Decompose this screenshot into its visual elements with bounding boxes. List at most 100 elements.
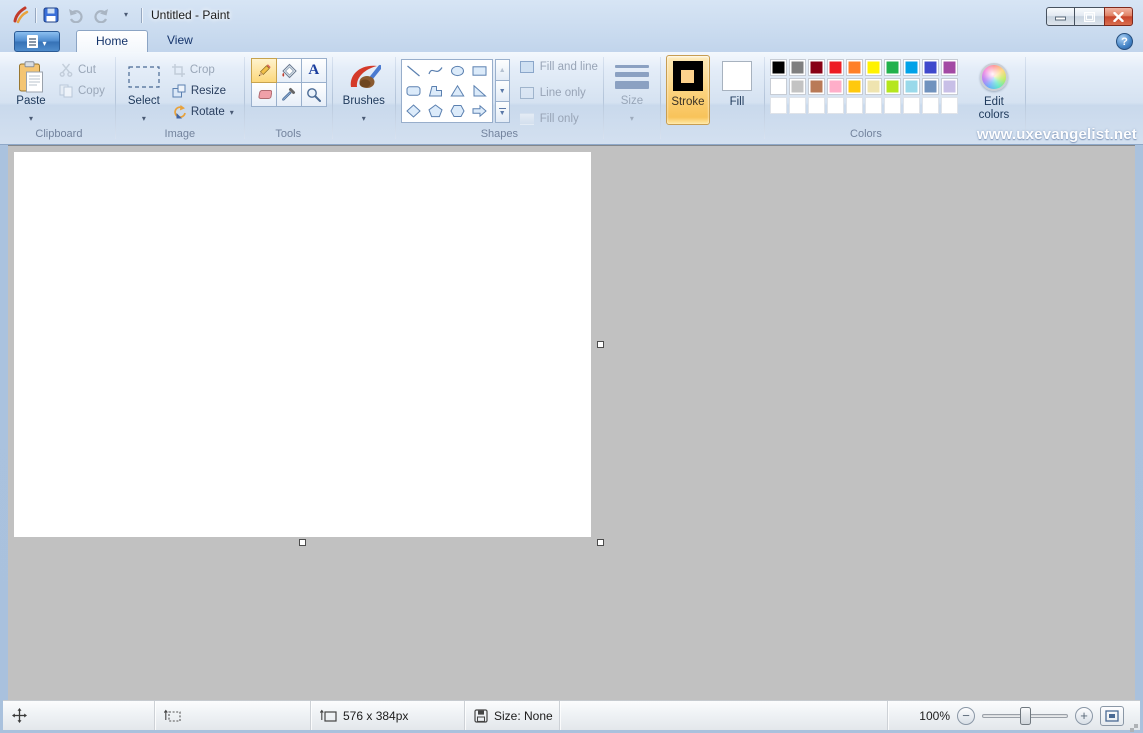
color-swatch-r3c1[interactable] xyxy=(770,97,787,114)
color-swatch-r2c7[interactable] xyxy=(884,78,901,95)
shape-arrow-right[interactable] xyxy=(469,101,491,121)
fit-to-window-button[interactable] xyxy=(1100,706,1124,726)
color-swatch-r2c9[interactable] xyxy=(922,78,939,95)
color-swatch-r2c5[interactable] xyxy=(846,78,863,95)
color-swatch-r2c3[interactable] xyxy=(808,78,825,95)
group-separator xyxy=(660,57,661,139)
minimize-button[interactable] xyxy=(1046,7,1075,26)
group-separator xyxy=(332,57,333,139)
canvas-resize-handle-bottom[interactable] xyxy=(299,539,306,546)
line-only-icon xyxy=(520,87,534,99)
clipboard-group: Paste Cut Copy Clipboard xyxy=(4,54,114,144)
tab-home[interactable]: Home xyxy=(76,30,148,52)
color-swatch-r3c6[interactable] xyxy=(865,97,882,114)
shape-oval[interactable] xyxy=(447,61,469,81)
brushes-button[interactable]: Brushes xyxy=(338,55,390,125)
shape-hexagon[interactable] xyxy=(447,101,469,121)
fill-bucket-tool[interactable] xyxy=(276,58,302,83)
rotate-button[interactable]: Rotate xyxy=(167,102,239,122)
paint-app-icon[interactable] xyxy=(10,5,30,25)
color-swatch-r3c2[interactable] xyxy=(789,97,806,114)
fill-and-line-option[interactable]: Fill and line xyxy=(520,61,598,73)
gallery-more-button[interactable]: ▼ xyxy=(495,101,510,123)
resize-grip[interactable] xyxy=(1134,724,1138,728)
fill-color-button[interactable]: Fill xyxy=(715,55,759,125)
fill-only-option[interactable]: Fill only xyxy=(520,113,598,125)
shape-pentagon[interactable] xyxy=(425,101,447,121)
help-button[interactable] xyxy=(1116,33,1133,50)
crop-icon xyxy=(172,64,185,77)
paste-button[interactable]: Paste xyxy=(8,55,54,125)
copy-button[interactable]: Copy xyxy=(54,81,110,101)
save-button[interactable] xyxy=(41,5,61,25)
shape-curve[interactable] xyxy=(425,61,447,81)
drawing-canvas[interactable] xyxy=(14,152,591,537)
color-swatch-r2c4[interactable] xyxy=(827,78,844,95)
text-tool[interactable] xyxy=(301,58,327,83)
shape-rectangle[interactable] xyxy=(469,61,491,81)
fit-window-icon xyxy=(1105,710,1119,722)
status-bar-spacer xyxy=(560,701,888,730)
color-swatch-r3c3[interactable] xyxy=(808,97,825,114)
color-swatch-r2c8[interactable] xyxy=(903,78,920,95)
color-picker-tool[interactable] xyxy=(276,82,302,107)
eraser-tool[interactable] xyxy=(251,82,277,107)
zoom-slider-thumb[interactable] xyxy=(1020,707,1031,725)
color-swatch-r1c7[interactable] xyxy=(884,59,901,76)
crop-button[interactable]: Crop xyxy=(167,60,239,80)
edit-colors-button[interactable]: Edit colors xyxy=(968,55,1020,125)
color-swatch-r1c3[interactable] xyxy=(808,59,825,76)
application-menu-button[interactable] xyxy=(14,31,60,52)
color-swatch-r3c10[interactable] xyxy=(941,97,958,114)
scroll-up-button[interactable]: ▲ xyxy=(495,59,510,81)
color-swatch-r2c2[interactable] xyxy=(789,78,806,95)
paint-window: Untitled - Paint Home View xyxy=(0,0,1143,733)
color-swatch-r1c8[interactable] xyxy=(903,59,920,76)
close-button[interactable] xyxy=(1104,7,1133,26)
undo-button[interactable] xyxy=(66,5,86,25)
customize-toolbar-dropdown[interactable] xyxy=(116,5,136,25)
shape-line[interactable] xyxy=(403,61,425,81)
scroll-down-button[interactable]: ▼ xyxy=(495,80,510,102)
maximize-button[interactable] xyxy=(1075,7,1104,26)
resize-icon xyxy=(172,84,186,98)
color-swatch-r1c5[interactable] xyxy=(846,59,863,76)
resize-button[interactable]: Resize xyxy=(167,81,239,101)
size-button[interactable]: Size xyxy=(609,55,655,125)
chevron-down-icon xyxy=(29,109,33,124)
copy-pages-icon xyxy=(59,84,73,98)
redo-button[interactable] xyxy=(91,5,111,25)
zoom-out-button[interactable] xyxy=(957,707,975,725)
shape-polygon[interactable] xyxy=(425,81,447,101)
color-swatch-r2c1[interactable] xyxy=(770,78,787,95)
shape-diamond[interactable] xyxy=(403,101,425,121)
zoom-in-button[interactable] xyxy=(1075,707,1093,725)
color-swatch-r2c10[interactable] xyxy=(941,78,958,95)
select-button[interactable]: Select xyxy=(121,55,167,125)
stroke-color-button[interactable]: Stroke xyxy=(666,55,710,125)
color-swatch-r1c1[interactable] xyxy=(770,59,787,76)
cut-button[interactable]: Cut xyxy=(54,60,110,80)
magnifier-tool[interactable] xyxy=(301,82,327,107)
color-swatch-r3c7[interactable] xyxy=(884,97,901,114)
pencil-icon xyxy=(256,63,272,79)
shape-right-triangle[interactable] xyxy=(469,81,491,101)
color-swatch-r3c5[interactable] xyxy=(846,97,863,114)
canvas-resize-handle-corner[interactable] xyxy=(597,539,604,546)
shape-triangle[interactable] xyxy=(447,81,469,101)
color-swatch-r1c9[interactable] xyxy=(922,59,939,76)
tab-view[interactable]: View xyxy=(148,30,212,52)
color-swatch-r1c4[interactable] xyxy=(827,59,844,76)
color-swatch-r1c6[interactable] xyxy=(865,59,882,76)
canvas-resize-handle-right[interactable] xyxy=(597,341,604,348)
color-swatch-r3c4[interactable] xyxy=(827,97,844,114)
color-swatch-r1c2[interactable] xyxy=(789,59,806,76)
color-swatch-r2c6[interactable] xyxy=(865,78,882,95)
zoom-slider[interactable] xyxy=(982,714,1068,718)
color-swatch-r3c9[interactable] xyxy=(922,97,939,114)
shape-rounded-rectangle[interactable] xyxy=(403,81,425,101)
pencil-tool[interactable] xyxy=(251,58,277,83)
line-only-option[interactable]: Line only xyxy=(520,87,598,99)
color-swatch-r3c8[interactable] xyxy=(903,97,920,114)
color-swatch-r1c10[interactable] xyxy=(941,59,958,76)
